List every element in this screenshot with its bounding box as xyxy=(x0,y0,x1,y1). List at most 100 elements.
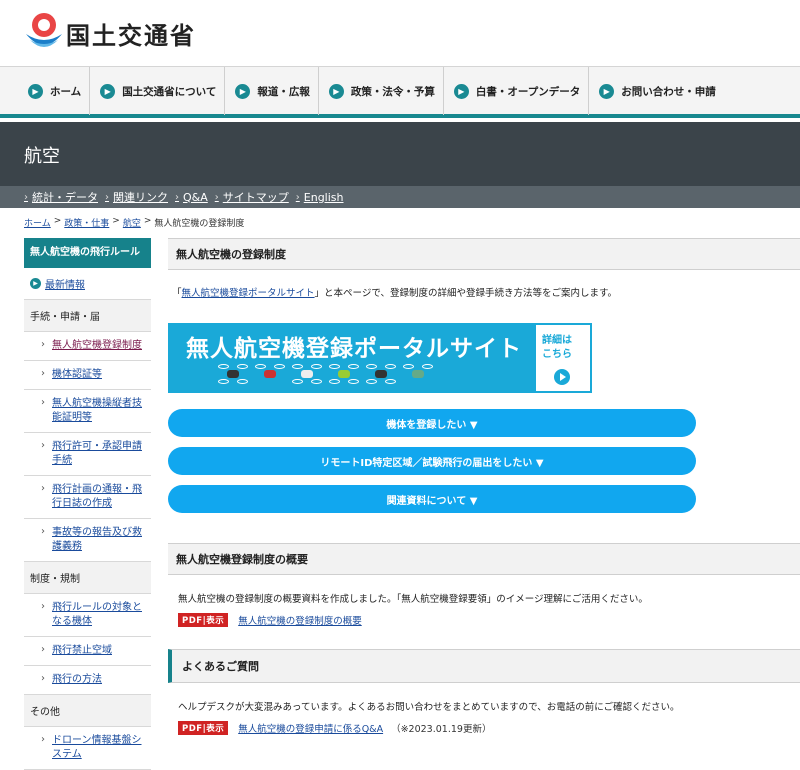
site-name[interactable]: 国土交通省 xyxy=(66,16,196,51)
subnav-qa[interactable]: › Q&A xyxy=(175,191,208,204)
breadcrumb-separator: > xyxy=(112,216,120,226)
intro-text: 「無人航空機登録ポータルサイト」と本ページで、登録制度の詳細や登録手続き方法等を… xyxy=(172,285,800,299)
intro-post: 」と本ページで、登録制度の詳細や登録手続き方法等をご案内します。 xyxy=(314,288,618,299)
global-nav: ▶ ホーム ▶ 国土交通省について ▶ 報道・広報 ▶ 政策・法令・予算 ▶ 白書・オープ… xyxy=(0,66,800,118)
sidebar-item-latest: ▶ 最新情報 xyxy=(24,268,151,300)
drone-illustrations xyxy=(218,364,440,384)
section-banner: 航空 xyxy=(0,122,800,186)
subnav-label: 統計・データ xyxy=(32,191,98,204)
register-aircraft-button[interactable]: 機体を登録したい ▼ xyxy=(168,409,696,437)
overview-pdf-link[interactable]: 無人航空機の登録制度の概要 xyxy=(238,613,362,627)
gnav-about[interactable]: ▶ 国土交通省について xyxy=(90,67,226,115)
pdf-badge-icon: PDF|表示 xyxy=(178,613,229,627)
faq-text: ヘルプデスクが大変混みあっています。よくあるお問い合わせをまとめていますので、お… xyxy=(178,702,680,713)
subnav-links[interactable]: › 関連リンク xyxy=(105,189,168,205)
sidebar-group-procedures: 手続・申請・届 xyxy=(24,300,151,332)
sidebar-item-drone-info-system: ドローン情報基盤システム xyxy=(24,727,151,770)
related-docs-button[interactable]: 関連資料について ▼ xyxy=(168,485,696,513)
drone-icon xyxy=(292,364,322,384)
chevron-right-icon: › xyxy=(175,191,179,203)
chevron-right-icon: › xyxy=(295,191,300,203)
gnav-label: 国土交通省について xyxy=(122,85,217,98)
sidebar-link[interactable]: 飛行の方法 xyxy=(52,673,145,687)
subnav-label: Q&A xyxy=(183,190,208,204)
breadcrumb-current: 無人航空機の登録制度 xyxy=(154,219,245,229)
sidebar-item-target-aircraft: 飛行ルールの対象となる機体 xyxy=(24,594,151,637)
arrow-circle-icon: ▶ xyxy=(30,278,41,289)
overview-text: 無人航空機の登録制度の概要資料を作成しました。「無人航空機登録要領」のイメージ理… xyxy=(178,594,648,605)
sidebar-link[interactable]: 無人航空機登録制度 xyxy=(52,339,145,353)
sidebar-link-latest[interactable]: 最新情報 xyxy=(45,276,85,291)
chevron-right-icon: › xyxy=(24,191,28,203)
sidebar-heading[interactable]: 無人航空機の飛行ルール xyxy=(24,238,151,268)
mlit-logo-icon[interactable] xyxy=(24,10,64,54)
subnav-english[interactable]: › English xyxy=(296,191,344,204)
sidebar-item-flight-method: 飛行の方法 xyxy=(24,666,151,695)
banner-detail-text: 詳細は こちら xyxy=(542,334,572,362)
sidebar-link[interactable]: 飛行計画の通報・飛行日誌の作成 xyxy=(52,483,145,511)
arrow-circle-icon: ▶ xyxy=(453,83,469,99)
subnav-stats[interactable]: › 統計・データ xyxy=(24,189,98,205)
sidebar-link[interactable]: 機体認証等 xyxy=(52,368,145,382)
sidebar-item-pilot-license: 無人航空機操縦者技能証明等 xyxy=(24,390,151,433)
intro-pre: 「 xyxy=(172,288,182,299)
sidebar-link[interactable]: 飛行ルールの対象となる機体 xyxy=(52,601,145,629)
arrow-circle-icon: ▶ xyxy=(328,83,344,99)
sidebar-link[interactable]: 事故等の報告及び救護義務 xyxy=(52,526,145,554)
faq-update-note: （※2023.01.19更新） xyxy=(391,724,492,735)
chevron-right-icon: › xyxy=(105,191,109,203)
arrow-circle-icon: ▶ xyxy=(235,83,251,99)
banner-title: 無人航空機登録ポータルサイト xyxy=(186,336,522,362)
gnav-label: お問い合わせ・申請 xyxy=(621,85,716,98)
sidebar-link[interactable]: 無人航空機操縦者技能証明等 xyxy=(52,397,145,425)
chevron-right-icon: › xyxy=(214,191,219,203)
sidebar-link[interactable]: ドローン情報基盤システム xyxy=(52,734,145,762)
remote-id-notice-button[interactable]: リモートID特定区域／試験飛行の届出をしたい ▼ xyxy=(168,447,696,475)
arrow-circle-icon: ▶ xyxy=(599,83,615,99)
breadcrumb-separator: > xyxy=(143,216,152,226)
subnav-label: English xyxy=(303,190,344,204)
site-header: 国土交通省 xyxy=(0,0,800,66)
pdf-badge-icon: PDF|表示 xyxy=(178,721,229,735)
gnav-press[interactable]: ▶ 報道・広報 xyxy=(225,67,319,115)
gnav-policy[interactable]: ▶ 政策・法令・予算 xyxy=(319,67,444,115)
helicopter-icon xyxy=(255,364,285,384)
subnav-sitemap[interactable]: › サイトマップ xyxy=(215,189,289,205)
sidebar-link[interactable]: 飛行許可・承認申請手続 xyxy=(52,440,145,468)
sidebar-item-certification: 機体認証等 xyxy=(24,361,151,390)
faq-pdf-link[interactable]: 無人航空機の登録申請に係るQ&A xyxy=(238,721,383,735)
portal-site-link[interactable]: 無人航空機登録ポータルサイト xyxy=(182,288,315,299)
gnav-contact[interactable]: ▶ お問い合わせ・申請 xyxy=(589,67,724,115)
gnav-label: ホーム xyxy=(50,85,82,98)
sidebar-item-restricted-airspace: 飛行禁止空域 xyxy=(24,637,151,666)
overview-heading: 無人航空機登録制度の概要 xyxy=(168,543,800,575)
sidebar-item-flight-permit: 飛行許可・承認申請手続 xyxy=(24,433,151,476)
sidebar-item-registration: 無人航空機登録制度 xyxy=(24,332,151,361)
arrow-circle-icon: ▶ xyxy=(100,83,116,99)
faq-pdf-row: PDF|表示 無人航空機の登録申請に係るQ&A （※2023.01.19更新） xyxy=(178,721,800,735)
banner-main: 無人航空機登録ポータルサイト xyxy=(168,323,534,393)
arrow-circle-icon: ▶ xyxy=(28,83,43,99)
section-title: 航空 xyxy=(24,146,60,167)
portal-banner[interactable]: 無人航空機登録ポータルサイト 詳細は こちら xyxy=(168,323,592,393)
sidebar-item-flight-plan: 飛行計画の通報・飛行日誌の作成 xyxy=(24,476,151,519)
gnav-home[interactable]: ▶ ホーム xyxy=(0,67,91,115)
main-content: 無人航空機の登録制度 「無人航空機登録ポータルサイト」と本ページで、登録制度の詳… xyxy=(168,238,800,735)
gnav-whitepaper[interactable]: ▶ 白書・オープンデータ xyxy=(444,67,590,115)
sub-nav: › 統計・データ › 関連リンク › Q&A › サイトマップ › English xyxy=(0,186,800,208)
sidebar-link[interactable]: 飛行禁止空域 xyxy=(52,644,145,658)
subnav-label: サイトマップ xyxy=(222,191,289,204)
sidebar-group-rules: 制度・規制 xyxy=(24,562,151,594)
faq-heading: よくあるご質問 xyxy=(168,649,800,683)
gnav-label: 白書・オープンデータ xyxy=(475,85,581,98)
breadcrumb-policy[interactable]: 政策・仕事 xyxy=(64,216,109,229)
drone-icon xyxy=(218,364,248,384)
subnav-label: 関連リンク xyxy=(113,191,168,204)
breadcrumb-aviation[interactable]: 航空 xyxy=(123,216,141,229)
banner-detail-line1: 詳細は xyxy=(542,335,572,346)
breadcrumb: ホーム > 政策・仕事 > 航空 > 無人航空機の登録制度 xyxy=(24,216,244,229)
gnav-label: 報道・広報 xyxy=(257,85,310,98)
breadcrumb-home[interactable]: ホーム xyxy=(24,216,51,229)
drone-icon xyxy=(366,364,396,384)
banner-detail-line2: こちら xyxy=(542,349,572,360)
